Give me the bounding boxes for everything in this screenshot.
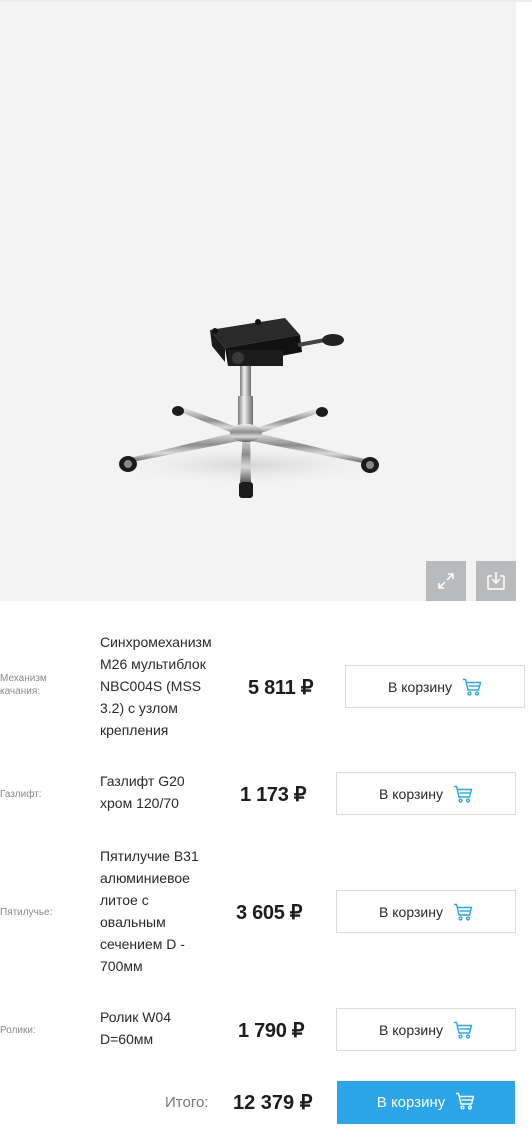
total-price: 12 379 ₽ (233, 1092, 313, 1114)
component-name: Газлифт G20 хром 120/70 (100, 773, 185, 811)
cart-icon (453, 1021, 473, 1039)
add-all-to-cart-button[interactable]: В корзину (337, 1081, 515, 1124)
component-price: 1 790 ₽ (238, 1020, 305, 1042)
add-to-cart-button[interactable]: В корзину (336, 1008, 516, 1051)
cart-icon (462, 678, 482, 696)
component-price: 1 173 ₽ (240, 784, 307, 806)
add-to-cart-label: В корзину (379, 903, 443, 920)
add-to-cart-button[interactable]: В корзину (336, 890, 516, 933)
add-to-cart-button[interactable]: В корзину (345, 665, 525, 708)
cart-icon (455, 1092, 475, 1114)
download-icon (487, 572, 505, 590)
add-to-cart-label: В корзину (379, 1021, 443, 1038)
component-label: Ролики: (0, 1025, 36, 1036)
component-price: 5 811 ₽ (248, 677, 314, 699)
component-price: 3 605 ₽ (236, 902, 303, 924)
component-name: Пятилучие B31 алюминиевое литое с овальн… (100, 848, 199, 974)
add-to-cart-label: В корзину (388, 678, 452, 695)
add-to-cart-label: В корзину (379, 785, 443, 802)
component-label: Газлифт: (0, 789, 42, 800)
component-name: Синхромеханизм М26 мультиблок NBC004S (M… (100, 634, 212, 738)
expand-button[interactable] (426, 561, 466, 601)
add-all-to-cart-label: В корзину (376, 1094, 446, 1111)
total-label: Итого: (165, 1094, 209, 1111)
add-to-cart-button[interactable]: В корзину (336, 772, 516, 815)
expand-icon (438, 573, 454, 589)
component-label: Механизм качания: (0, 673, 47, 697)
product-image (100, 318, 400, 498)
component-label: Пятилучье: (0, 907, 53, 918)
component-name: Ролик W04 D=60мм (100, 1009, 171, 1047)
cart-icon (453, 785, 473, 803)
product-image-area (0, 0, 516, 601)
cart-icon (453, 903, 473, 921)
top-divider (0, 0, 532, 2)
download-button[interactable] (476, 561, 516, 601)
